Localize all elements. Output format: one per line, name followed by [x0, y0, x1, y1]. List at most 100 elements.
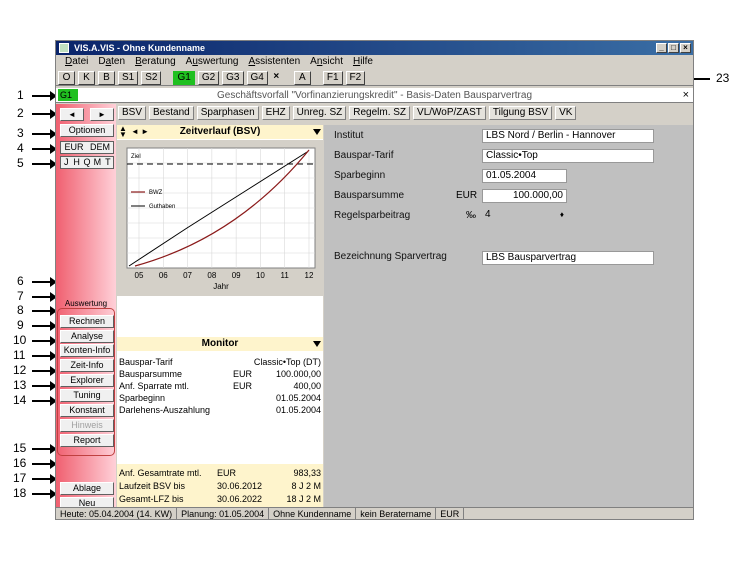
toolbar-f2-button[interactable]: F2 — [345, 70, 366, 85]
auswertung-label: Auswertung — [64, 299, 108, 308]
callout-9: 9 — [17, 318, 24, 332]
period-m[interactable]: M — [92, 157, 102, 168]
monitor-row: Bausparsumme EUR 100.000,00 — [119, 368, 321, 380]
monitor-dropdown-icon[interactable] — [313, 341, 321, 347]
close-document-button[interactable]: × — [683, 88, 689, 103]
menu-hilfe[interactable]: Hilfe — [348, 55, 378, 69]
callout-arrow-8 — [32, 306, 57, 316]
callout-17: 17 — [13, 471, 27, 485]
toolbar-f1-button[interactable]: F1 — [322, 70, 343, 85]
monitor-row: Bauspar-Tarif Classic•Top (DT) — [119, 356, 321, 368]
monitor-value: Classic•Top (DT) — [253, 357, 321, 367]
summary-value: 18 J 2 M — [286, 494, 321, 504]
callout-arrow-10 — [32, 336, 57, 346]
tab-tilgung-bsv[interactable]: Tilgung BSV — [488, 106, 553, 120]
toolbar-g3-button[interactable]: G3 — [222, 70, 244, 85]
minimize-button[interactable]: _ — [656, 43, 667, 53]
analyse-button[interactable]: Analyse — [60, 330, 114, 343]
summary-label: Laufzeit BSV bis — [119, 481, 186, 491]
explorer-button[interactable]: Explorer — [60, 374, 114, 387]
tab-bestand[interactable]: Bestand — [149, 106, 194, 120]
spinner-diamond-icon[interactable]: ♦ — [560, 209, 564, 221]
callout-11: 11 — [13, 348, 26, 362]
monitor-label: Bauspar-Tarif — [119, 357, 173, 367]
konstant-button[interactable]: Konstant — [60, 404, 114, 417]
monitor-summary: Anf. Gesamtrate mtl. EUR 983,33 Laufzeit BS… — [117, 464, 323, 507]
menu-assistenten[interactable]: Assistenten — [243, 55, 305, 69]
callout-10: 10 — [13, 333, 27, 347]
toolbar-b-button[interactable]: B — [98, 70, 115, 85]
tuning-button[interactable]: Tuning — [60, 389, 114, 402]
callout-16: 16 — [13, 456, 27, 470]
rechnen-button[interactable]: Rechnen — [60, 315, 114, 328]
chart-dropdown-icon[interactable] — [313, 129, 321, 135]
toolbar-g2-button[interactable]: G2 — [197, 70, 220, 85]
period-j[interactable]: J — [61, 157, 71, 168]
x-tick-label: 05 — [135, 271, 144, 280]
period-selector: J H Q M T — [60, 156, 114, 169]
toolbar-k-button[interactable]: K — [78, 70, 95, 85]
tab-regelm-sz[interactable]: Regelm. SZ — [349, 106, 411, 120]
bausparsumme-field[interactable]: 100.000,00 — [482, 189, 567, 203]
summary-row: Laufzeit BSV bis 30.06.2012 8 J 2 M — [119, 480, 321, 492]
menu-datei[interactable]: Datei — [60, 55, 93, 69]
callout-arrow-15 — [32, 444, 57, 454]
currency-eur[interactable]: EUR — [61, 142, 87, 153]
tab-vl-wop-zast[interactable]: VL/WoP/ZAST — [413, 106, 486, 120]
prev-arrow-icon[interactable]: ◄ — [60, 108, 84, 121]
close-window-button[interactable]: × — [680, 43, 691, 53]
menu-auswertung[interactable]: Auswertung — [181, 55, 244, 69]
sparbeginn-field[interactable]: 01.05.2004 — [482, 169, 567, 183]
tab-vk[interactable]: VK — [555, 106, 577, 120]
x-tick-label: 11 — [281, 271, 290, 280]
toolbar-a-button[interactable]: A — [293, 70, 311, 85]
toolbar-s2-button[interactable]: S2 — [141, 70, 162, 85]
status-segment: EUR — [436, 508, 465, 519]
institut-field[interactable]: LBS Nord / Berlin - Hannover — [482, 129, 654, 143]
tab-sparphasen[interactable]: Sparphasen — [196, 106, 259, 120]
left-right-arrows-icon[interactable]: ◄ ► — [131, 125, 149, 139]
status-segment: Ohne Kundenname — [269, 508, 357, 519]
tarif-field[interactable]: Classic•Top — [482, 149, 654, 163]
menu-beratung[interactable]: Beratung — [130, 55, 181, 69]
callout-2: 2 — [17, 106, 24, 120]
callout-arrow-7 — [32, 292, 57, 302]
menu-daten[interactable]: Daten — [93, 55, 130, 69]
bezeichnung-label: Bezeichnung Sparvertrag — [334, 251, 447, 262]
bausparsumme-label: Bausparsumme — [334, 190, 405, 201]
ablage-button[interactable]: Ablage — [60, 482, 114, 495]
summary-mid: 30.06.2022 — [217, 494, 263, 504]
period-t[interactable]: T — [103, 157, 113, 168]
monitor-row: Sparbeginn 01.05.2004 — [119, 392, 321, 404]
x-tick-label: 10 — [256, 271, 265, 280]
tab-ehz[interactable]: EHZ — [261, 106, 290, 120]
summary-mid: 30.06.2012 — [217, 481, 263, 491]
zeit-info-button[interactable]: Zeit-Info — [60, 359, 114, 372]
chart-panel-header: ▲ ▼ ◄ ► Zeitverlauf (BSV) — [117, 125, 323, 139]
monitor-label: Anf. Sparrate mtl. — [119, 381, 190, 391]
bezeichnung-field[interactable]: LBS Bausparvertrag — [482, 251, 654, 265]
next-arrow-icon[interactable]: ► — [90, 108, 114, 121]
regelsparbeitrag-spinner[interactable]: 4 ♦ — [482, 209, 567, 223]
toolbar-close-group-button[interactable]: × — [271, 71, 282, 85]
maximize-button[interactable]: □ — [668, 43, 679, 53]
optionen-button[interactable]: Optionen — [60, 124, 114, 137]
tab-unreg-sz[interactable]: Unreg. SZ — [292, 106, 347, 120]
menu-ansicht[interactable]: Ansicht — [305, 55, 348, 69]
summary-label: Gesamt-LFZ bis — [119, 494, 184, 504]
monitor-value: 01.05.2004 — [275, 393, 321, 403]
toolbar-g4-button[interactable]: G4 — [246, 70, 268, 85]
currency-dem[interactable]: DEM — [87, 142, 113, 153]
report-button[interactable]: Report — [60, 434, 114, 447]
period-q[interactable]: Q — [82, 157, 92, 168]
konten-info-button[interactable]: Konten-Info — [60, 344, 114, 357]
callout-12: 12 — [13, 363, 27, 377]
toolbar-o-button[interactable]: O — [58, 70, 75, 85]
x-axis-label: Jahr — [213, 282, 229, 291]
updown-arrows-icon[interactable]: ▲ ▼ — [119, 125, 127, 139]
tab-bsv[interactable]: BSV — [118, 106, 147, 120]
toolbar-s1-button[interactable]: S1 — [118, 70, 139, 85]
period-h[interactable]: H — [71, 157, 81, 168]
toolbar-g1-button[interactable]: G1 — [173, 70, 195, 85]
callout-3: 3 — [17, 126, 24, 140]
